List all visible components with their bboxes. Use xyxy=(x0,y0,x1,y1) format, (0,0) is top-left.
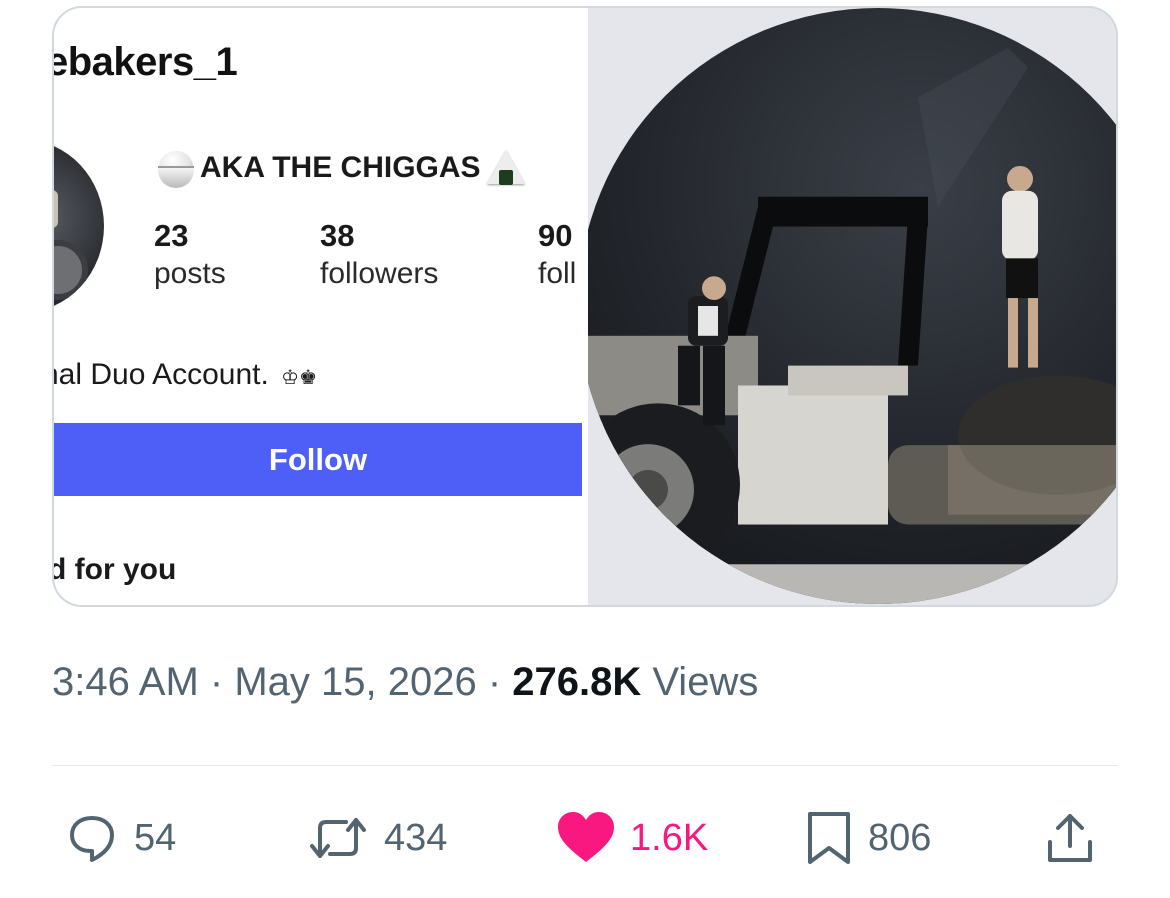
suggested-heading: d for you xyxy=(54,553,177,586)
crown-icons: ♔♚ xyxy=(281,367,318,389)
stat-value: 90 xyxy=(538,218,573,253)
divider xyxy=(52,765,1118,766)
display-name-text: AKA THE CHIGGAS xyxy=(200,151,481,184)
tweet-media-card[interactable]: ebakers_1 AKA THE CHIGGAS 23 posts 38 fo… xyxy=(52,6,1118,607)
bookmark-count: 806 xyxy=(868,816,932,859)
night-photo-image xyxy=(588,8,1116,605)
stat-value: 38 xyxy=(320,218,355,253)
stat-label: foll xyxy=(538,257,577,290)
tweet-timestamp: 3:46 AM · May 15, 2026 · 276.8K Views xyxy=(52,660,758,705)
meta-separator: · xyxy=(476,660,513,704)
profile-avatar xyxy=(54,140,104,312)
profile-display-name: AKA THE CHIGGAS xyxy=(156,148,527,188)
profile-bio: nal Duo Account. ♔♚ xyxy=(54,358,317,392)
share-button[interactable] xyxy=(1042,810,1098,866)
photo-panel xyxy=(588,8,1116,605)
bookmark-icon xyxy=(808,812,850,864)
stat-followers: 38 followers xyxy=(320,218,438,294)
stat-label: posts xyxy=(154,257,226,290)
reply-icon xyxy=(70,816,114,862)
tweet-date[interactable]: May 15, 2026 xyxy=(234,660,476,704)
rice-bowl-icon xyxy=(156,148,196,188)
stat-posts: 23 posts xyxy=(154,218,226,294)
reply-count: 54 xyxy=(134,816,177,859)
like-count: 1.6K xyxy=(630,816,709,859)
onigiri-icon xyxy=(485,148,527,188)
meta-separator: · xyxy=(198,660,235,704)
views-label: Views xyxy=(641,660,759,704)
share-icon xyxy=(1048,814,1092,862)
like-button[interactable]: 1.6K xyxy=(556,810,708,866)
profile-screenshot: ebakers_1 AKA THE CHIGGAS 23 posts 38 fo… xyxy=(54,8,588,605)
stat-label: followers xyxy=(320,257,439,290)
repost-button[interactable]: 434 xyxy=(306,810,447,866)
reply-button[interactable]: 54 xyxy=(64,810,176,866)
stat-value: 23 xyxy=(154,218,189,253)
follow-button: Follow xyxy=(54,423,582,496)
stat-following: 90 foll xyxy=(538,218,576,294)
bookmark-button[interactable]: 806 xyxy=(804,810,931,866)
views-count: 276.8K xyxy=(512,660,642,704)
heart-icon xyxy=(558,812,614,862)
repost-icon xyxy=(310,818,366,858)
repost-count: 434 xyxy=(384,816,448,859)
profile-username: ebakers_1 xyxy=(54,40,238,84)
tweet-time[interactable]: 3:46 AM xyxy=(52,660,199,704)
bio-text: nal Duo Account. xyxy=(54,358,269,391)
tweet-detail: ebakers_1 AKA THE CHIGGAS 23 posts 38 fo… xyxy=(0,0,1170,898)
